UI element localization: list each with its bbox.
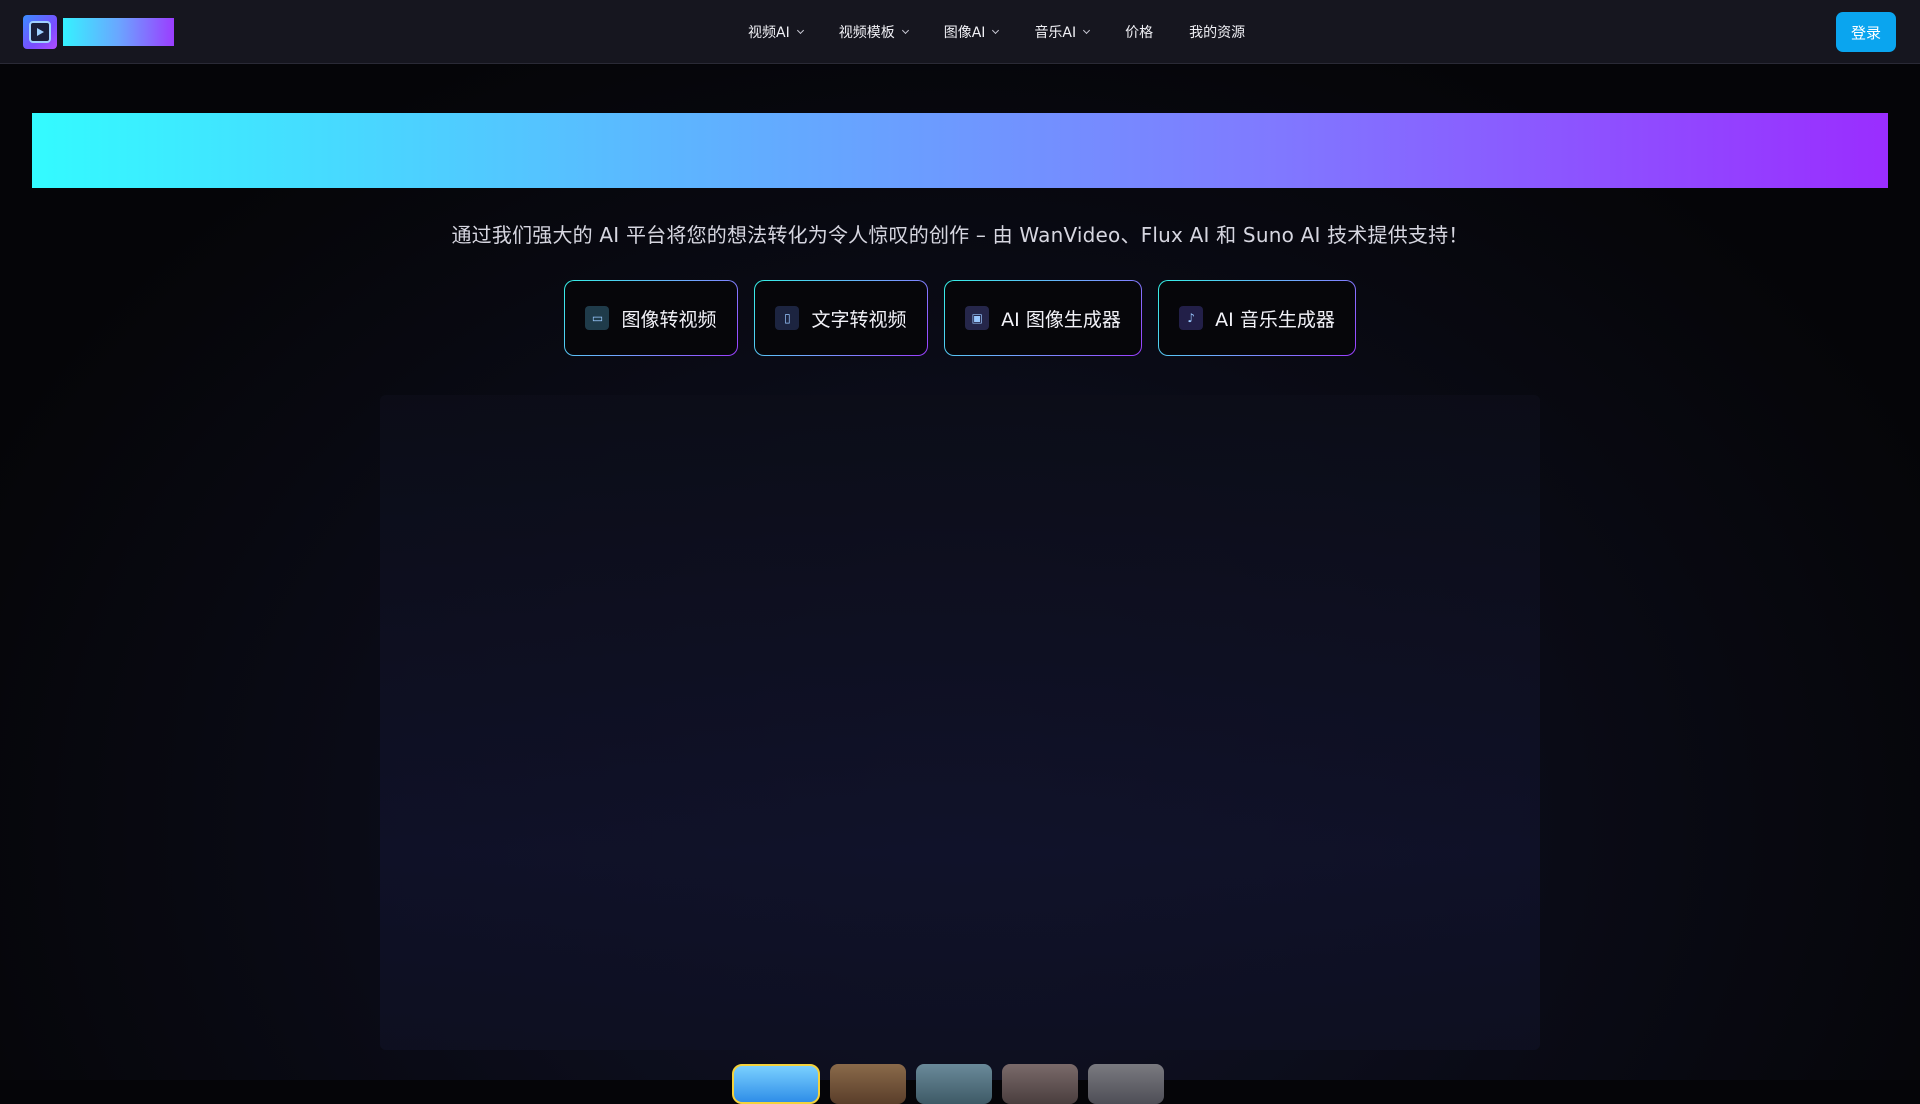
image-to-video-button[interactable]: ▭ 图像转视频 [564,280,738,356]
music-generator-icon: ♪ [1179,306,1204,330]
thumbnail-item[interactable] [1088,1064,1164,1104]
nav-menu: 视频AI 视频模板 图像AI 音乐AI 价格 我的资源 [748,0,1245,64]
text-to-video-icon: ▯ [775,306,800,330]
logo-wordmark[interactable] [63,18,174,46]
nav-item-label: 我的资源 [1189,25,1246,41]
nav-item-label: 视频模板 [838,25,895,41]
logo-play-icon[interactable] [23,15,57,49]
video-preview-panel[interactable] [380,395,1540,1050]
hero-title-banner [32,113,1888,188]
chevron-down-icon [992,26,1000,35]
feature-label: 图像转视频 [621,308,717,331]
nav-item-label: 视频AI [748,25,790,41]
nav-item-video-templates[interactable]: 视频模板 [838,22,909,42]
ai-image-generator-button[interactable]: ▣ AI 图像生成器 [944,280,1142,356]
feature-label: AI 音乐生成器 [1215,308,1335,331]
hero-subtitle: 通过我们强大的 AI 平台将您的想法转化为令人惊叹的创作 – 由 WanVide… [451,223,1469,247]
thumbnail-item[interactable] [1002,1064,1078,1104]
nav-item-label: 价格 [1125,25,1154,41]
ai-music-generator-button[interactable]: ♪ AI 音乐生成器 [1158,280,1356,356]
thumbnail-item[interactable] [732,1064,820,1104]
image-generator-icon: ▣ [965,306,990,330]
chevron-down-icon [1083,26,1091,35]
nav-item-label: 音乐AI [1034,25,1077,41]
nav-item-label: 图像AI [943,25,986,41]
top-navbar: 视频AI 视频模板 图像AI 音乐AI 价格 我的资源 登录 [0,0,1920,64]
nav-item-video-ai[interactable]: 视频AI [748,22,804,42]
image-to-video-icon: ▭ [585,306,610,330]
nav-item-pricing[interactable]: 价格 [1125,22,1153,42]
login-button[interactable]: 登录 [1836,12,1896,52]
chevron-down-icon [901,26,909,35]
text-to-video-button[interactable]: ▯ 文字转视频 [754,280,928,356]
feature-label: AI 图像生成器 [1001,308,1121,331]
thumbnail-item[interactable] [916,1064,992,1104]
nav-item-music-ai[interactable]: 音乐AI [1034,22,1091,42]
nav-item-image-ai[interactable]: 图像AI [943,22,1000,42]
nav-item-my-assets[interactable]: 我的资源 [1189,22,1245,42]
chevron-down-icon [796,26,804,35]
play-icon [37,28,44,36]
thumbnail-item[interactable] [830,1064,906,1104]
feature-label: 文字转视频 [811,308,907,331]
thumbnail-strip [732,1064,1164,1104]
